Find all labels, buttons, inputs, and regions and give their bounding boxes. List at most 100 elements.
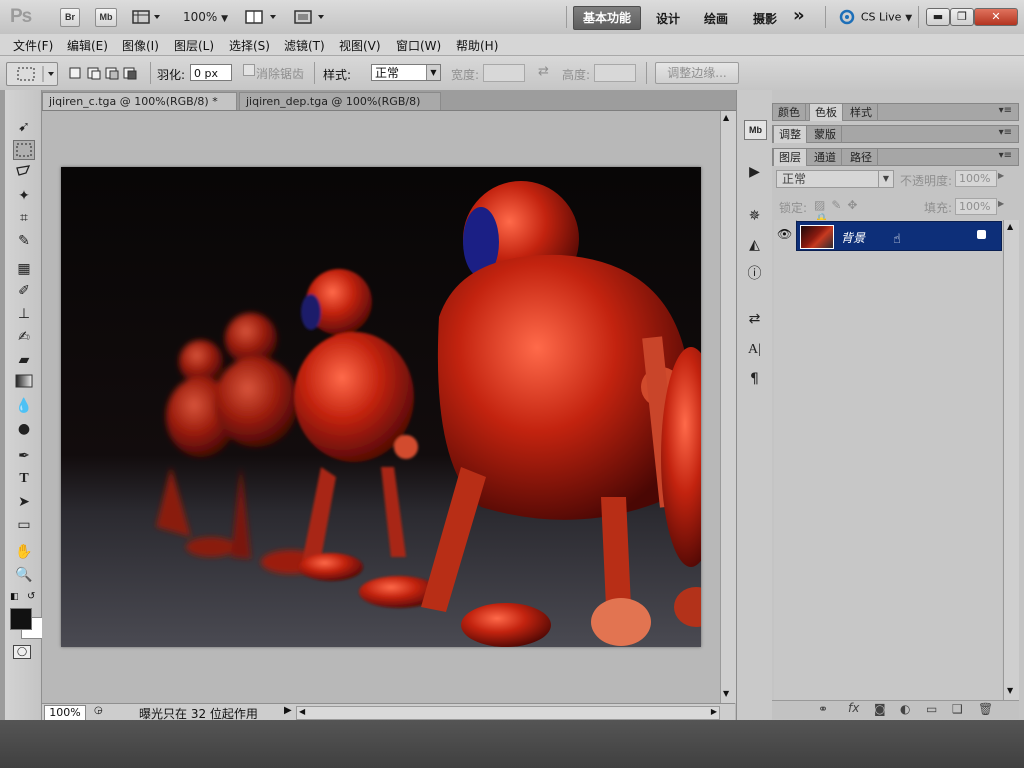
eraser-tool-icon[interactable]: ▰ xyxy=(13,350,35,370)
pen-tool-icon[interactable]: ✒ xyxy=(13,446,35,466)
vertical-scrollbar[interactable]: ▲ ▼ xyxy=(720,111,736,703)
layer-visibility-cell[interactable]: 👁 xyxy=(774,220,797,250)
feather-input[interactable]: 0 px xyxy=(190,64,232,81)
menu-select[interactable]: 选择(S) xyxy=(229,37,270,54)
workspace-essentials[interactable]: 基本功能 xyxy=(573,6,641,30)
menu-image[interactable]: 图像(I) xyxy=(122,37,159,54)
scroll-left-icon[interactable]: ◀ xyxy=(299,707,305,716)
opacity-slider-arrow-icon[interactable]: ▶ xyxy=(998,171,1004,180)
tool-preset-picker[interactable] xyxy=(6,62,58,86)
tab-styles[interactable]: 样式 xyxy=(845,104,878,121)
arrange-documents-button[interactable] xyxy=(244,9,280,25)
blend-mode-select[interactable]: 正常 ▼ xyxy=(776,170,894,188)
more-workspaces-button[interactable]: » xyxy=(793,5,805,26)
swap-colors-icon[interactable]: ↺ xyxy=(27,591,35,602)
status-info-icon[interactable]: ◶ xyxy=(94,705,103,716)
lock-pixels-icon[interactable]: ✎ xyxy=(831,198,847,212)
height-input[interactable] xyxy=(594,64,636,82)
spot-healing-tool-icon[interactable]: ▦ xyxy=(13,259,35,279)
new-layer-icon[interactable]: ❑ xyxy=(952,702,963,716)
quick-mask-icon[interactable]: ◯ xyxy=(13,645,31,659)
panel-menu-icon[interactable]: ▾≡ xyxy=(999,150,1012,161)
clone-stamp-tool-icon[interactable]: ⊥ xyxy=(13,304,35,324)
scroll-down-icon[interactable]: ▼ xyxy=(723,689,729,698)
adjustment-layer-icon[interactable]: ◐ xyxy=(900,702,910,716)
scroll-down-icon[interactable]: ▼ xyxy=(1007,686,1013,695)
document-tab-inactive[interactable]: jiqiren_dep.tga @ 100%(RGB/8)✕ xyxy=(239,92,441,127)
close-button[interactable]: ✕ xyxy=(974,8,1018,26)
mini-bridge-panel-icon[interactable]: Mb xyxy=(744,120,767,140)
history-brush-tool-icon[interactable]: ✍ xyxy=(13,327,35,347)
horizontal-scrollbar[interactable]: ◀ ▶ xyxy=(296,706,720,720)
fill-slider-arrow-icon[interactable]: ▶ xyxy=(998,199,1004,208)
lasso-tool-icon[interactable] xyxy=(13,163,35,183)
scroll-up-icon[interactable]: ▲ xyxy=(723,113,729,122)
blur-tool-icon[interactable]: 💧 xyxy=(13,396,35,416)
width-input[interactable] xyxy=(483,64,525,82)
restore-button[interactable]: ❐ xyxy=(950,8,974,26)
info-panel-icon[interactable]: ⓘ xyxy=(744,265,765,283)
swap-dimensions-icon[interactable]: ⇄ xyxy=(538,64,549,79)
document-canvas[interactable] xyxy=(61,167,701,647)
trash-icon[interactable]: 🗑 xyxy=(978,702,993,716)
path-selection-tool-icon[interactable]: ➤ xyxy=(13,492,35,512)
paragraph-panel-icon[interactable]: ¶ xyxy=(744,370,765,388)
type-tool-icon[interactable]: T xyxy=(13,469,35,489)
status-menu-arrow-icon[interactable]: ▶ xyxy=(284,705,292,716)
menu-filter[interactable]: 滤镜(T) xyxy=(284,37,325,54)
layer-mask-icon[interactable]: ◙ xyxy=(874,702,886,716)
scroll-right-icon[interactable]: ▶ xyxy=(711,707,717,716)
opacity-input[interactable]: 100% xyxy=(955,170,997,187)
menu-help[interactable]: 帮助(H) xyxy=(456,37,498,54)
rectangular-marquee-tool-icon[interactable] xyxy=(13,140,35,160)
history-panel-icon[interactable]: ⇄ xyxy=(744,310,765,328)
rectangle-tool-icon[interactable]: ▭ xyxy=(13,515,35,535)
move-tool-icon[interactable]: ➹ xyxy=(13,117,35,137)
workspace-painting[interactable]: 绘画 xyxy=(704,10,728,27)
brush-tool-icon[interactable]: ✐ xyxy=(13,281,35,301)
layer-style-icon[interactable]: fx xyxy=(848,701,859,715)
lock-transparency-icon[interactable]: ▨ xyxy=(814,198,831,212)
layer-row-background[interactable]: 背景 ☝ xyxy=(796,221,1002,251)
panel-menu-icon[interactable]: ▾≡ xyxy=(999,127,1012,138)
fill-input[interactable]: 100% xyxy=(955,198,997,215)
eyedropper-tool-icon[interactable]: ✎ xyxy=(13,231,35,251)
navigator-panel-icon[interactable]: ✵ xyxy=(744,207,765,225)
tab-color[interactable]: 颜色 xyxy=(773,104,806,121)
status-zoom-input[interactable]: 100% xyxy=(44,705,86,721)
tab-paths[interactable]: 路径 xyxy=(845,149,878,166)
menu-file[interactable]: 文件(F) xyxy=(13,37,53,54)
new-group-icon[interactable]: ▭ xyxy=(926,702,937,716)
animation-panel-icon[interactable]: ▶ xyxy=(744,163,765,181)
panel-menu-icon[interactable]: ▾≡ xyxy=(999,105,1012,116)
selection-mode-group[interactable] xyxy=(68,65,140,81)
mini-bridge-button[interactable]: Mb xyxy=(95,8,117,27)
antialias-checkbox[interactable] xyxy=(243,64,255,76)
tab-channels[interactable]: 通道 xyxy=(809,149,842,166)
document-tab-active[interactable]: jiqiren_c.tga @ 100%(RGB/8) *✕ xyxy=(42,92,237,127)
default-colors-icon[interactable]: ◧ xyxy=(10,592,19,602)
layers-scrollbar[interactable]: ▲ ▼ xyxy=(1003,220,1019,702)
canvas-area[interactable] xyxy=(42,111,720,703)
crop-tool-icon[interactable]: ⌗ xyxy=(13,208,35,228)
tab-adjustments[interactable]: 调整 xyxy=(773,126,807,143)
minimize-button[interactable]: ▬ xyxy=(926,8,950,26)
workspace-photography[interactable]: 摄影 xyxy=(753,10,777,27)
quick-selection-tool-icon[interactable]: ✦ xyxy=(13,186,35,206)
cs-live-button[interactable]: CS Live ▼ xyxy=(839,9,912,25)
scroll-up-icon[interactable]: ▲ xyxy=(1007,222,1013,231)
tab-layers[interactable]: 图层 xyxy=(773,149,807,166)
screen-mode-button[interactable] xyxy=(293,9,329,25)
bridge-button[interactable]: Br xyxy=(60,8,80,27)
menu-edit[interactable]: 编辑(E) xyxy=(67,37,108,54)
link-layers-icon[interactable]: ⚭ xyxy=(818,702,828,716)
view-extras-button[interactable] xyxy=(132,9,162,25)
histogram-panel-icon[interactable]: ◭ xyxy=(744,236,765,254)
tab-swatches[interactable]: 色板 xyxy=(809,104,843,121)
menu-window[interactable]: 窗口(W) xyxy=(396,37,441,54)
zoom-tool-icon[interactable]: 🔍 xyxy=(13,565,35,585)
menu-view[interactable]: 视图(V) xyxy=(339,37,381,54)
zoom-level[interactable]: 100% ▼ xyxy=(183,10,228,24)
dodge-tool-icon[interactable]: ● xyxy=(13,419,35,439)
gradient-tool-icon[interactable] xyxy=(13,374,35,394)
